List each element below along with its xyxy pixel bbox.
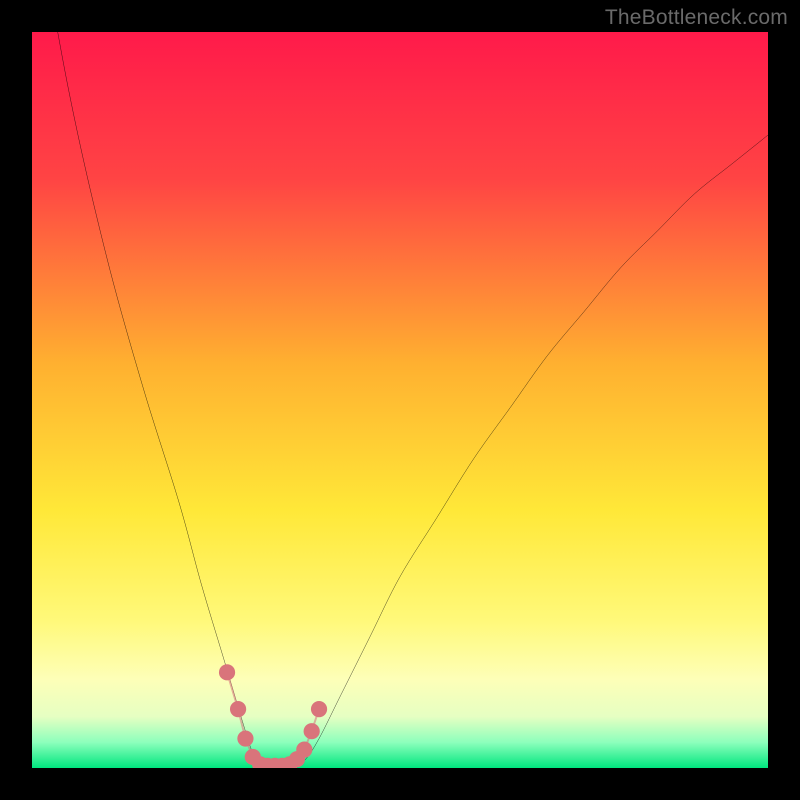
chart-frame: TheBottleneck.com: [0, 0, 800, 800]
plot-area: [32, 32, 768, 768]
bottleneck-curve: [32, 32, 768, 768]
watermark-text: TheBottleneck.com: [605, 6, 788, 30]
